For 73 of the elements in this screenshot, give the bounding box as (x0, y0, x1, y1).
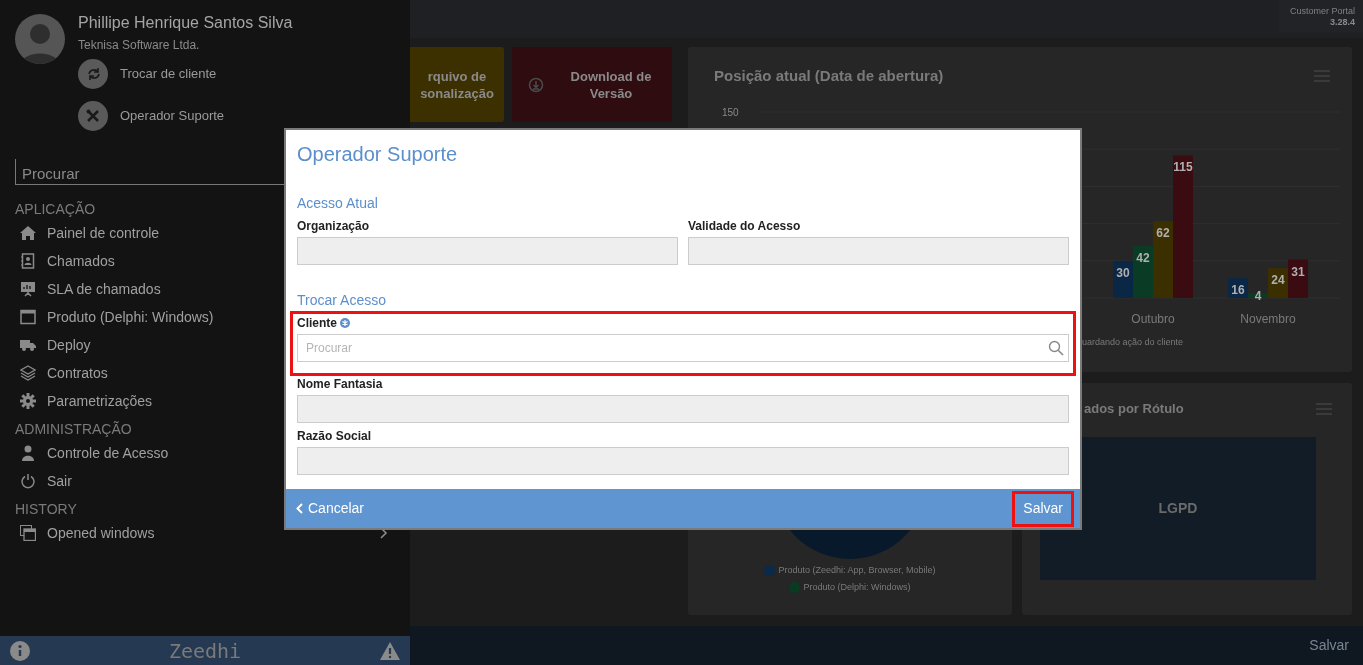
person-icon (20, 445, 36, 461)
category-label: Outubro (1131, 311, 1175, 326)
bar (1113, 260, 1133, 298)
section-heading: APLICAÇÃO (15, 200, 96, 219)
profile-action[interactable]: Trocar de cliente (78, 59, 293, 89)
category-label: Novembro (1240, 311, 1296, 326)
chevron-left-icon (296, 503, 303, 514)
treemap-label: LGPD (1158, 498, 1198, 518)
shortcut-tile[interactable]: Download de Versão (512, 47, 672, 122)
brand-label: Zeedhi (168, 637, 242, 665)
tile-label: Download de (569, 67, 653, 85)
info-icon (10, 640, 30, 661)
bar-value-label: 115 (1173, 159, 1193, 174)
bar-value-label: 24 (1271, 272, 1285, 287)
chart-title: ados por Rótulo (1084, 400, 1184, 418)
stacked-windows-icon (20, 525, 36, 541)
sidebar-item[interactable]: Chamados (47, 250, 115, 272)
field-label: Cliente (297, 316, 337, 330)
legend-label: Produto (Delphi: Windows) (803, 580, 911, 594)
search-icon (1048, 340, 1064, 356)
tile-label: Versão (588, 84, 634, 102)
contact-book-icon (20, 253, 36, 269)
action-label: Operador Suporte (120, 107, 225, 126)
search-field[interactable]: Procurar (297, 334, 1069, 362)
sidebar-item[interactable]: SLA de chamados (47, 278, 161, 300)
section-heading: HISTORY (15, 500, 77, 519)
company-name: Teknisa Software Ltda. (78, 38, 201, 52)
download-icon (528, 76, 544, 93)
tile-label: sonalização (419, 84, 495, 102)
sidebar-item[interactable]: Opened windows (47, 522, 155, 544)
version-label: 3.28.4 (1329, 17, 1355, 28)
legend-label: Produto (Zeedhi: App, Browser, Mobile) (778, 564, 936, 577)
bar (1288, 259, 1308, 298)
sidebar-item[interactable]: Deploy (47, 334, 91, 356)
bar-value-label: 4 (1254, 288, 1262, 303)
field-label: Validade do Acesso (688, 219, 801, 233)
bar-value-label: 31 (1291, 264, 1305, 279)
gear-icon (20, 393, 36, 409)
section-heading: ADMINISTRAÇÃO (15, 420, 132, 439)
bar-value-label: 30 (1116, 265, 1130, 280)
bar-value-label: 42 (1136, 250, 1150, 265)
legend-label: uardando ação do cliente (1082, 336, 1184, 347)
layers-icon (20, 365, 36, 381)
bar-value-label: 62 (1156, 225, 1170, 240)
section-title: Trocar Acesso (297, 291, 387, 309)
bar-value-label: 16 (1231, 282, 1245, 297)
save-button[interactable]: Salvar (1309, 635, 1349, 656)
sidebar-item[interactable]: Parametrizações (47, 390, 153, 412)
power-icon (20, 473, 36, 489)
home-icon (20, 225, 36, 241)
sidebar-item[interactable]: Sair (47, 470, 72, 492)
sidebar-item[interactable]: Produto (Delphi: Windows) (47, 306, 214, 328)
field-label: Nome Fantasia (297, 377, 383, 391)
shortcut-tile[interactable]: rquivo de sonalização (410, 47, 504, 122)
app-name: Customer Portal (1289, 6, 1355, 17)
field-label: Razão Social (297, 429, 372, 443)
field-label: Organização (297, 219, 370, 233)
presentation-board-icon (20, 281, 36, 297)
warning-icon (380, 641, 400, 660)
avatar (15, 14, 65, 64)
chart-title: Posição atual (Data de abertura) (714, 66, 944, 86)
window-icon (20, 309, 36, 325)
profile-action[interactable]: Operador Suporte (78, 101, 293, 131)
sidebar-item[interactable]: Contratos (47, 362, 108, 384)
truck-icon (20, 337, 36, 353)
sidebar-item[interactable]: Controle de Acesso (47, 442, 169, 464)
action-label: Trocar de cliente (120, 65, 217, 84)
axis-tick-label: 150 (722, 106, 739, 118)
tile-label: rquivo de (426, 67, 488, 85)
section-title: Acesso Atual (297, 194, 379, 212)
refresh-icon (85, 66, 101, 82)
sidebar-item[interactable]: Painel de controle (47, 222, 160, 244)
user-name: Phillipe Henrique Santos Silva (78, 14, 293, 32)
